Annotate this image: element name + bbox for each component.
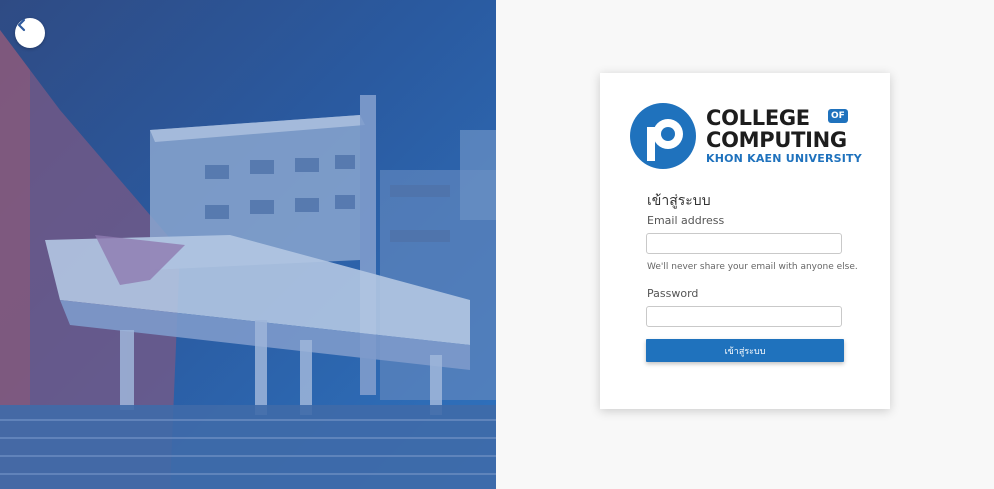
email-field[interactable] — [646, 233, 842, 254]
login-title: เข้าสู่ระบบ — [647, 193, 711, 209]
logo-text-college: COLLEGE — [706, 106, 810, 130]
login-card: COLLEGE OF COMPUTING KHON KAEN UNIVERSIT… — [600, 73, 890, 409]
back-button[interactable] — [15, 18, 45, 48]
chevron-left-icon — [17, 18, 26, 32]
college-logo: COLLEGE OF COMPUTING KHON KAEN UNIVERSIT… — [630, 103, 862, 169]
logo-text-computing: COMPUTING — [706, 128, 847, 152]
hero-image-panel — [0, 0, 496, 489]
college-logo-mark — [630, 103, 696, 169]
logo-badge-of: OF — [828, 109, 848, 123]
password-label: Password — [647, 287, 699, 300]
login-button[interactable]: เข้าสู่ระบบ — [646, 339, 844, 362]
building-illustration — [0, 30, 496, 489]
password-field[interactable] — [646, 306, 842, 327]
email-help-text: We'll never share your email with anyone… — [647, 262, 858, 272]
email-label: Email address — [647, 214, 725, 227]
logo-text-university: KHON KAEN UNIVERSITY — [706, 152, 862, 165]
login-panel: COLLEGE OF COMPUTING KHON KAEN UNIVERSIT… — [496, 0, 994, 489]
